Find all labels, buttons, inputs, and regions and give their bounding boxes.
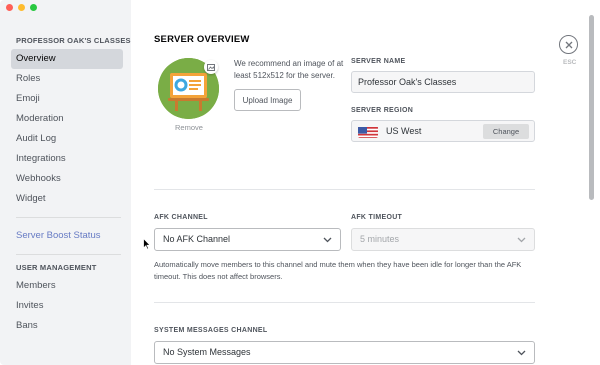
sidebar-item-overview[interactable]: Overview — [11, 49, 123, 69]
sidebar-user-management-header: USER MANAGEMENT — [16, 263, 97, 272]
us-flag-icon — [358, 126, 378, 138]
close-settings-button[interactable] — [559, 35, 578, 54]
afk-timeout-select[interactable]: 5 minutes — [351, 228, 535, 251]
server-name-input[interactable]: Professor Oak's Classes — [351, 71, 535, 93]
settings-window: PROFESSOR OAK'S CLASSES Overview Roles E… — [0, 0, 600, 365]
change-region-button[interactable]: Change — [483, 124, 529, 139]
scrollbar-thumb[interactable] — [589, 15, 594, 200]
afk-help-text: Automatically move members to this chann… — [154, 260, 522, 281]
server-region-label: SERVER REGION — [351, 107, 414, 114]
sidebar-item-moderation[interactable]: Moderation — [11, 109, 123, 129]
server-region-field: US West Change — [351, 120, 535, 142]
close-icon — [565, 41, 572, 48]
sidebar-item-webhooks[interactable]: Webhooks — [11, 169, 123, 189]
sidebar-item-integrations[interactable]: Integrations — [11, 149, 123, 169]
window-maximize-button[interactable] — [30, 4, 37, 11]
icon-recommendation-text: We recommend an image of at least 512x51… — [234, 59, 344, 80]
afk-timeout-value: 5 minutes — [360, 234, 400, 244]
mouse-cursor-icon — [143, 238, 151, 250]
chevron-down-icon — [517, 350, 526, 356]
sidebar-divider — [16, 254, 121, 255]
server-overview-panel: SERVER OVERVIEW Remove We recommend an i… — [131, 0, 600, 365]
system-messages-channel-value: No System Messages — [163, 347, 251, 357]
sidebar-item-audit-log[interactable]: Audit Log — [11, 129, 123, 149]
page-title: SERVER OVERVIEW — [154, 34, 250, 45]
sidebar-item-bans[interactable]: Bans — [11, 316, 123, 336]
sidebar-item-server-boost-status[interactable]: Server Boost Status — [11, 226, 123, 246]
server-name-label: SERVER NAME — [351, 58, 406, 65]
window-controls — [6, 4, 37, 11]
sidebar-item-roles[interactable]: Roles — [11, 69, 123, 89]
settings-sidebar: PROFESSOR OAK'S CLASSES Overview Roles E… — [0, 0, 131, 365]
system-messages-channel-label: SYSTEM MESSAGES CHANNEL — [154, 327, 268, 334]
sidebar-item-members[interactable]: Members — [11, 276, 123, 296]
section-divider — [154, 302, 535, 303]
sidebar-divider — [16, 217, 121, 218]
afk-channel-label: AFK CHANNEL — [154, 214, 208, 221]
remove-icon-link[interactable]: Remove — [175, 123, 203, 132]
esc-hint: ESC — [563, 59, 577, 66]
chevron-down-icon — [517, 237, 526, 243]
chevron-down-icon — [323, 237, 332, 243]
system-messages-channel-select[interactable]: No System Messages — [154, 341, 535, 364]
window-minimize-button[interactable] — [18, 4, 25, 11]
afk-timeout-label: AFK TIMEOUT — [351, 214, 403, 221]
afk-channel-select[interactable]: No AFK Channel — [154, 228, 341, 251]
sidebar-item-invites[interactable]: Invites — [11, 296, 123, 316]
add-image-icon[interactable] — [204, 60, 218, 74]
sidebar-item-widget[interactable]: Widget — [11, 189, 123, 209]
upload-image-button[interactable]: Upload Image — [234, 89, 301, 111]
sidebar-item-emoji[interactable]: Emoji — [11, 89, 123, 109]
server-region-value: US West — [386, 126, 422, 136]
window-close-button[interactable] — [6, 4, 13, 11]
sidebar-server-header: PROFESSOR OAK'S CLASSES — [16, 36, 131, 45]
section-divider — [154, 189, 535, 190]
afk-channel-value: No AFK Channel — [163, 234, 231, 244]
